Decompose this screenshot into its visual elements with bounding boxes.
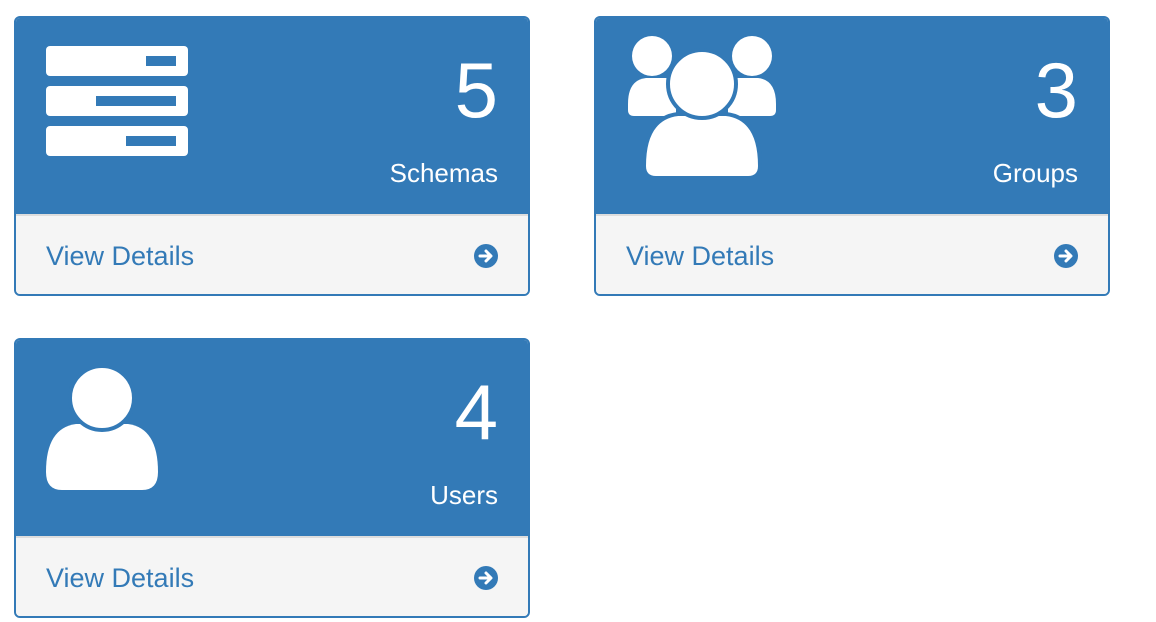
arrow-circle-right-icon	[474, 566, 498, 590]
schemas-panel-heading: 5 Schemas	[16, 18, 528, 214]
groups-label: Groups	[992, 158, 1078, 188]
view-details-label: View Details	[46, 241, 195, 271]
group-icon	[628, 36, 776, 178]
view-details-label: View Details	[46, 563, 195, 593]
arrow-circle-right-icon	[474, 244, 498, 268]
users-label: Users	[430, 480, 498, 510]
schemas-panel: 5 Schemas View Details	[14, 16, 530, 296]
users-panel-heading: 4 Users	[16, 340, 528, 536]
users-count: 4	[454, 368, 498, 456]
user-icon	[46, 368, 158, 490]
schemas-label: Schemas	[389, 158, 498, 188]
server-stack-icon	[46, 46, 188, 156]
groups-panel-heading: 3 Groups	[596, 18, 1108, 214]
arrow-circle-right-icon	[1054, 244, 1078, 268]
schemas-count: 5	[454, 46, 498, 134]
users-panel: 4 Users View Details	[14, 338, 530, 618]
users-view-details-link[interactable]: View Details	[16, 536, 528, 616]
groups-panel: 3 Groups View Details	[594, 16, 1110, 296]
groups-view-details-link[interactable]: View Details	[596, 214, 1108, 294]
view-details-label: View Details	[626, 241, 775, 271]
groups-count: 3	[1034, 46, 1078, 134]
schemas-view-details-link[interactable]: View Details	[16, 214, 528, 294]
